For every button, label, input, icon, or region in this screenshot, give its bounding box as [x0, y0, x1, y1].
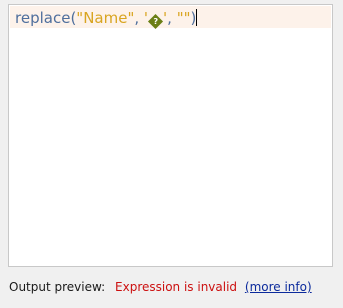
function-name-token: replace [15, 9, 71, 27]
comma-token-2: , [167, 9, 177, 27]
expression-code-line[interactable]: replace("Name", '? ', "") [15, 7, 198, 30]
string-arg-token: "Name" [76, 9, 135, 27]
expression-editor[interactable]: replace("Name", '? ', "") [8, 4, 333, 267]
empty-string-token: "" [176, 9, 191, 27]
output-preview-bar: Output preview: Expression is invalid (m… [9, 279, 312, 295]
expression-error-message: Expression is invalid [115, 280, 238, 294]
text-caret [196, 9, 198, 26]
invalid-character-icon: ? [147, 13, 164, 30]
quote-open-token: ' [143, 9, 149, 27]
output-preview-label: Output preview: [9, 280, 106, 294]
comma-token: , [134, 9, 144, 27]
more-info-link[interactable]: (more info) [245, 280, 312, 294]
